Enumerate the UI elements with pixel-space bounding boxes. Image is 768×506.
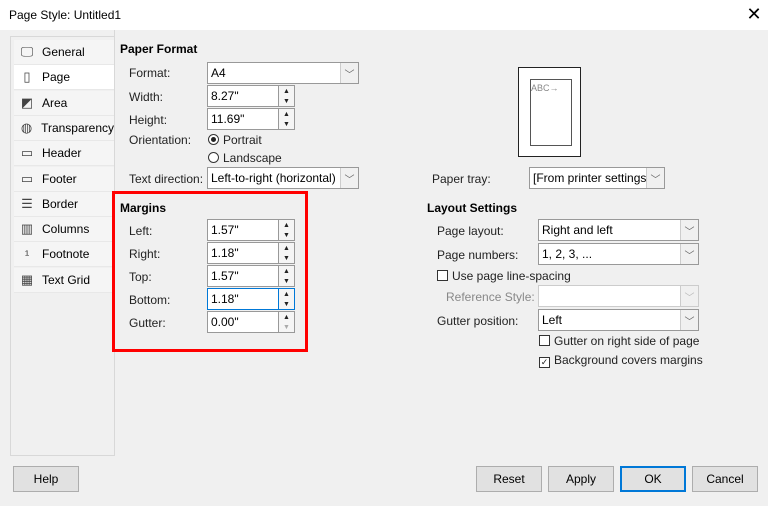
chevron-down-icon: ﹀ — [680, 286, 698, 306]
height-stepper[interactable]: ▲ ▼ — [279, 108, 295, 130]
page-numbers-label: Page numbers: — [437, 248, 519, 262]
footer-icon: ▭ — [20, 170, 34, 186]
help-button[interactable]: Help — [13, 466, 79, 492]
reference-style-select[interactable]: ﹀ — [538, 285, 699, 307]
text-grid-icon: ▦ — [20, 271, 34, 287]
area-icon: ◩ — [20, 94, 34, 110]
gutter-right-label: Gutter on right side of page — [554, 334, 700, 348]
paper-format-heading: Paper Format — [120, 42, 198, 56]
header-icon: ▭ — [20, 145, 34, 161]
border-icon: ☰ — [21, 195, 33, 211]
highlight-box — [112, 191, 308, 352]
layout-settings-heading: Layout Settings — [427, 201, 518, 215]
gutter-position-select[interactable]: Left ﹀ — [538, 309, 699, 331]
sidebar-item-label: Border — [42, 196, 79, 211]
footnote-icon: ¹ — [24, 246, 30, 262]
sidebar-item-area[interactable]: ◩ Area — [14, 90, 114, 116]
sidebar: 🖵 General ▯ Page ◩ Area ◍ Transparency ▭ Header ▭ F… — [10, 36, 114, 456]
sidebar-item-transparency[interactable]: ◍ Transparency — [14, 115, 114, 141]
radio-checked — [208, 134, 219, 145]
spin-up-icon[interactable]: ▲ — [279, 109, 294, 119]
general-icon: 🖵 — [20, 44, 34, 59]
sidebar-item-border[interactable]: ☰ Border — [14, 191, 114, 217]
use-line-spacing-checkbox[interactable]: Use page line-spacing — [437, 269, 571, 283]
use-line-spacing-label: Use page line-spacing — [452, 269, 571, 283]
chevron-down-icon: ﹀ — [680, 244, 698, 264]
paper-tray-label: Paper tray: — [432, 172, 491, 186]
landscape-radio[interactable]: Landscape — [208, 151, 282, 165]
gutter-position-value: Left — [542, 313, 563, 327]
sidebar-item-label: Footnote — [42, 247, 90, 262]
reference-style-value — [539, 286, 680, 306]
sidebar-item-label: Text Grid — [42, 272, 91, 287]
paper-tray-select[interactable]: [From printer settings] ﹀ — [529, 167, 665, 189]
sidebar-item-label: General — [42, 45, 85, 59]
page-numbers-select[interactable]: 1, 2, 3, ... ﹀ — [538, 243, 699, 265]
portrait-radio[interactable]: Portrait — [208, 133, 262, 147]
checkbox-checked: ✓ — [539, 357, 550, 368]
close-icon[interactable]: ✕ — [744, 4, 764, 25]
width-stepper[interactable]: ▲ ▼ — [279, 85, 295, 107]
sidebar-item-label: Area — [42, 95, 68, 110]
sidebar-item-columns[interactable]: ▥ Columns — [14, 217, 114, 243]
height-field[interactable]: 11.69" — [207, 108, 279, 130]
landscape-label: Landscape — [223, 151, 282, 165]
preview-text: ABC→ — [531, 83, 559, 93]
chevron-down-icon: ﹀ — [680, 220, 698, 240]
chevron-down-icon: ﹀ — [340, 63, 358, 83]
sidebar-item-label: Header — [42, 146, 82, 161]
text-direction-value: Left-to-right (horizontal) — [211, 171, 336, 185]
format-label: Format: — [129, 66, 171, 80]
width-label: Width: — [129, 90, 164, 104]
chevron-down-icon: ﹀ — [646, 168, 664, 188]
paper-tray-value: [From printer settings] — [533, 171, 646, 185]
spin-up-icon[interactable]: ▲ — [279, 86, 294, 96]
page-layout-select[interactable]: Right and left ﹀ — [538, 219, 699, 241]
chevron-down-icon: ﹀ — [340, 168, 358, 188]
background-covers-label: Background covers margins — [554, 353, 703, 367]
reference-style-label: Reference Style: — [446, 290, 535, 304]
format-value: A4 — [211, 66, 226, 80]
cancel-button[interactable]: Cancel — [692, 466, 758, 492]
spin-down-icon[interactable]: ▼ — [279, 96, 294, 106]
ok-button[interactable]: OK — [620, 466, 686, 492]
portrait-label: Portrait — [223, 133, 262, 147]
sidebar-item-page[interactable]: ▯ Page — [14, 65, 114, 91]
spin-down-icon[interactable]: ▼ — [279, 119, 294, 129]
width-field[interactable]: 8.27" — [207, 85, 279, 107]
chevron-down-icon: ﹀ — [680, 310, 698, 330]
transparency-icon: ◍ — [20, 119, 33, 135]
sidebar-item-label: Footer — [42, 171, 77, 186]
height-label: Height: — [129, 113, 168, 127]
reset-button[interactable]: Reset — [476, 466, 542, 492]
sidebar-item-header[interactable]: ▭ Header — [14, 141, 114, 167]
orientation-label: Orientation: — [129, 133, 192, 147]
page-layout-value: Right and left — [542, 223, 613, 237]
title-bar: Page Style: Untitled1 ✕ — [0, 0, 768, 30]
window-title: Page Style: Untitled1 — [9, 8, 122, 22]
sidebar-item-footnote[interactable]: ¹ Footnote — [14, 242, 114, 268]
sidebar-item-general[interactable]: 🖵 General — [14, 40, 114, 65]
gutter-position-label: Gutter position: — [437, 314, 519, 328]
background-covers-checkbox[interactable]: ✓ Background covers margins — [539, 353, 703, 368]
columns-icon: ▥ — [20, 221, 34, 237]
checkbox-unchecked — [539, 335, 550, 346]
page-numbers-value: 1, 2, 3, ... — [542, 247, 593, 261]
page-icon: ▯ — [23, 69, 31, 85]
checkbox-unchecked — [437, 270, 448, 281]
page-layout-label: Page layout: — [437, 224, 504, 238]
sidebar-item-text-grid[interactable]: ▦ Text Grid — [14, 267, 114, 293]
format-select[interactable]: A4 ﹀ — [207, 62, 359, 84]
sidebar-item-label: Columns — [42, 222, 90, 237]
apply-button[interactable]: Apply — [548, 466, 614, 492]
preview-margins: ABC→ — [530, 79, 572, 146]
sidebar-item-label: Page — [42, 70, 71, 85]
page-preview: ABC→ — [518, 67, 581, 157]
radio-unchecked — [208, 152, 219, 163]
text-direction-select[interactable]: Left-to-right (horizontal) ﹀ — [207, 167, 359, 189]
sidebar-item-footer[interactable]: ▭ Footer — [14, 166, 114, 192]
sidebar-item-label: Transparency — [41, 120, 114, 135]
text-direction-label: Text direction: — [129, 172, 204, 186]
gutter-right-checkbox[interactable]: Gutter on right side of page — [539, 334, 699, 348]
